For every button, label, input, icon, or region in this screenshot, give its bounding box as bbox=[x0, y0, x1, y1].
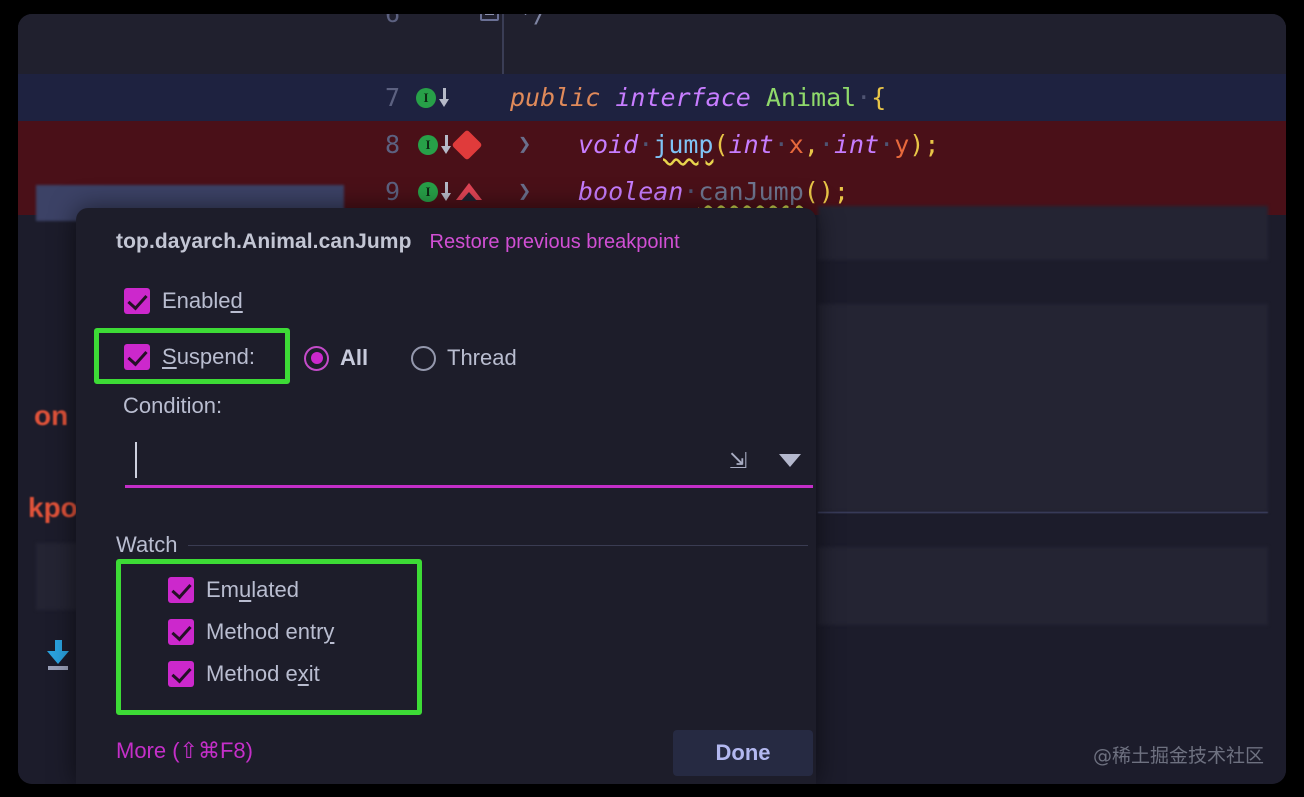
emulated-checkbox[interactable] bbox=[168, 577, 194, 603]
background-panel bbox=[818, 206, 1268, 260]
highlight-box-suspend bbox=[94, 328, 290, 384]
suspend-thread-radio-row[interactable]: Thread bbox=[411, 345, 517, 371]
code-tokens: void·jump(int·x,·int·y); bbox=[578, 130, 940, 159]
watch-method-entry-row[interactable]: Method entry bbox=[168, 619, 334, 645]
background-text-fragment: on bbox=[34, 400, 69, 431]
code-tokens: */ bbox=[518, 14, 548, 28]
watermark: @稀土掘金技术社区 bbox=[1092, 745, 1264, 767]
text-caret bbox=[135, 442, 137, 478]
breakpoint-diamond-icon[interactable] bbox=[451, 128, 483, 161]
code-tokens: boolean·canJump(); bbox=[578, 177, 849, 206]
breakpoint-chevron-icon[interactable] bbox=[456, 183, 482, 201]
suspend-all-label: All bbox=[340, 345, 369, 370]
watch-group-label: Watch bbox=[116, 532, 188, 558]
suspend-thread-label: Thread bbox=[447, 345, 517, 370]
suspend-thread-radio[interactable] bbox=[411, 345, 436, 371]
enabled-checkbox-row[interactable]: Enabled bbox=[124, 288, 243, 314]
gutter-icons[interactable]: I bbox=[418, 181, 482, 202]
gutter-icons[interactable]: I bbox=[416, 87, 452, 108]
download-arrow-icon[interactable] bbox=[46, 640, 72, 670]
background-panel bbox=[818, 547, 1268, 625]
code-area[interactable]: 6 */ 7 I public interface Animal·{ 8 bbox=[18, 14, 1286, 215]
screenshot-root: 6 */ 7 I public interface Animal·{ 8 bbox=[0, 0, 1304, 797]
condition-label: Condition: bbox=[123, 393, 223, 418]
code-line-7: 7 I public interface Animal·{ bbox=[18, 74, 1286, 121]
method-exit-checkbox[interactable] bbox=[168, 661, 194, 687]
more-settings-link[interactable]: More (⇧⌘F8) bbox=[116, 738, 253, 764]
restore-previous-breakpoint-link[interactable]: Restore previous breakpoint bbox=[430, 231, 680, 254]
input-underline bbox=[125, 485, 813, 488]
code-tokens: public interface Animal·{ bbox=[510, 83, 887, 112]
done-button[interactable]: Done bbox=[673, 730, 813, 776]
arrow-down-icon bbox=[440, 181, 454, 202]
code-line-8: 8 I ❯ void·jump(int·x,·int·y); bbox=[18, 121, 1286, 168]
line-number: 8 bbox=[384, 130, 400, 159]
breakpoint-settings-popup: top.dayarch.Animal.canJump Restore previ… bbox=[76, 208, 816, 784]
method-exit-label: Method exit bbox=[206, 661, 320, 686]
suspend-all-radio-row[interactable]: All bbox=[304, 345, 368, 371]
popup-header: top.dayarch.Animal.canJump Restore previ… bbox=[116, 230, 680, 254]
watch-method-exit-row[interactable]: Method exit bbox=[168, 661, 320, 687]
background-text-fragment: kpo bbox=[28, 492, 78, 523]
background-panel bbox=[818, 304, 1268, 512]
enabled-label: Enabled bbox=[162, 288, 243, 313]
arrow-down-icon bbox=[438, 87, 452, 108]
expand-editor-icon[interactable]: ⇲ bbox=[729, 448, 755, 474]
method-entry-checkbox[interactable] bbox=[168, 619, 194, 645]
method-entry-label: Method entry bbox=[206, 619, 335, 644]
condition-input[interactable]: ⇲ bbox=[123, 432, 813, 488]
breakpoint-title: top.dayarch.Animal.canJump bbox=[116, 230, 412, 253]
emulated-label: Emulated bbox=[206, 577, 299, 602]
implemented-icon[interactable]: I bbox=[418, 134, 438, 155]
fold-chevron-icon[interactable]: ❯ bbox=[518, 132, 531, 157]
watch-group-divider bbox=[116, 545, 808, 546]
implemented-icon[interactable]: I bbox=[418, 181, 438, 202]
chevron-down-icon[interactable] bbox=[779, 454, 801, 467]
line-number: 6 bbox=[360, 14, 400, 28]
implemented-icon[interactable]: I bbox=[416, 87, 436, 108]
code-line-6: 6 */ bbox=[18, 14, 1286, 37]
enabled-checkbox[interactable] bbox=[124, 288, 150, 314]
ide-window: 6 */ 7 I public interface Animal·{ 8 bbox=[18, 14, 1286, 784]
line-number: 7 bbox=[384, 83, 400, 112]
watch-emulated-row[interactable]: Emulated bbox=[168, 577, 299, 603]
suspend-all-radio[interactable] bbox=[304, 345, 329, 371]
fold-collapse-icon[interactable] bbox=[480, 14, 499, 21]
line-number: 9 bbox=[384, 177, 400, 206]
background-divider bbox=[818, 512, 1268, 513]
fold-chevron-icon[interactable]: ❯ bbox=[518, 179, 531, 204]
gutter-icons[interactable]: I bbox=[418, 128, 483, 161]
